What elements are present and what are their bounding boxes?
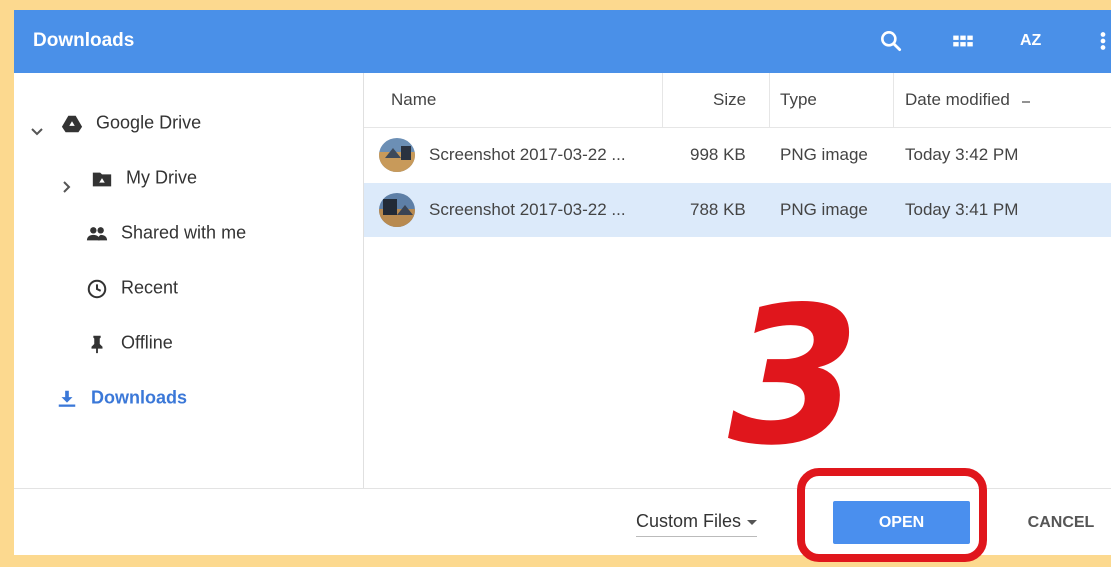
chevron-down-icon[interactable]: [30, 115, 44, 136]
column-header-name[interactable]: Name: [391, 73, 436, 127]
folder-icon: [91, 166, 113, 188]
sidebar-item-offline[interactable]: Offline: [86, 323, 173, 359]
file-date: Today 3:41 PM: [905, 200, 1019, 219]
column-divider[interactable]: [893, 73, 894, 127]
sort-desc-icon: [1021, 74, 1031, 128]
column-divider[interactable]: [662, 73, 663, 127]
file-picker-dialog: Downloads AZ Google Drive My Drive Share…: [14, 10, 1111, 555]
sidebar: Google Drive My Drive Shared with me Rec…: [14, 73, 364, 488]
sidebar-item-downloads[interactable]: Downloads: [56, 378, 187, 414]
google-drive-icon: [61, 111, 83, 133]
file-name: Screenshot 2017-03-22 ...: [429, 145, 626, 164]
sidebar-item-label: Shared with me: [121, 222, 247, 243]
title-bar: Downloads AZ: [14, 10, 1111, 73]
column-header-size[interactable]: Size: [713, 73, 746, 127]
file-type-filter-label: Custom Files: [636, 511, 742, 531]
column-divider[interactable]: [769, 73, 770, 127]
sidebar-item-my-drive[interactable]: My Drive: [60, 158, 197, 194]
search-icon[interactable]: [878, 28, 904, 54]
dialog-footer: Custom Files OPEN CANCEL: [14, 488, 1111, 555]
sort-az-icon[interactable]: AZ: [1020, 28, 1050, 54]
file-name: Screenshot 2017-03-22 ...: [429, 200, 626, 219]
more-vert-icon[interactable]: [1098, 28, 1108, 54]
sidebar-item-label: Downloads: [91, 387, 188, 408]
image-thumbnail: [379, 138, 415, 172]
sidebar-item-recent[interactable]: Recent: [86, 268, 178, 304]
sidebar-item-label: Google Drive: [96, 112, 202, 133]
column-header-row: Name Size Type Date modified: [364, 73, 1111, 128]
sidebar-item-label: My Drive: [126, 167, 198, 188]
table-row[interactable]: Screenshot 2017-03-22 ... 788 KB PNG ima…: [364, 183, 1111, 237]
file-date: Today 3:42 PM: [905, 145, 1019, 164]
grid-view-icon[interactable]: [950, 28, 976, 54]
chevron-right-icon[interactable]: [60, 170, 74, 193]
download-icon: [56, 386, 78, 408]
sidebar-item-label: Recent: [121, 277, 179, 298]
column-header-date-modified[interactable]: Date modified: [905, 73, 1031, 127]
file-size: 998 KB: [690, 145, 746, 164]
pin-icon: [86, 331, 108, 354]
open-button[interactable]: OPEN: [833, 501, 970, 544]
file-type: PNG image: [780, 145, 868, 164]
file-type: PNG image: [780, 200, 868, 219]
image-thumbnail: [379, 193, 415, 227]
people-icon: [86, 221, 108, 243]
clock-icon: [86, 276, 108, 299]
column-header-label: Date modified: [905, 90, 1010, 109]
cancel-button[interactable]: CANCEL: [1016, 501, 1106, 544]
sidebar-item-label: Offline: [121, 332, 173, 353]
sidebar-item-shared-with-me[interactable]: Shared with me: [86, 213, 246, 249]
window-title: Downloads: [33, 30, 135, 51]
file-size: 788 KB: [690, 200, 746, 219]
file-list: Name Size Type Date modified Screenshot …: [364, 73, 1111, 488]
dropdown-caret-icon: [747, 519, 758, 525]
file-type-filter-dropdown[interactable]: Custom Files: [636, 511, 758, 537]
table-row[interactable]: Screenshot 2017-03-22 ... 998 KB PNG ima…: [364, 128, 1111, 182]
column-header-type[interactable]: Type: [780, 73, 817, 127]
sidebar-item-google-drive[interactable]: Google Drive: [30, 103, 201, 139]
